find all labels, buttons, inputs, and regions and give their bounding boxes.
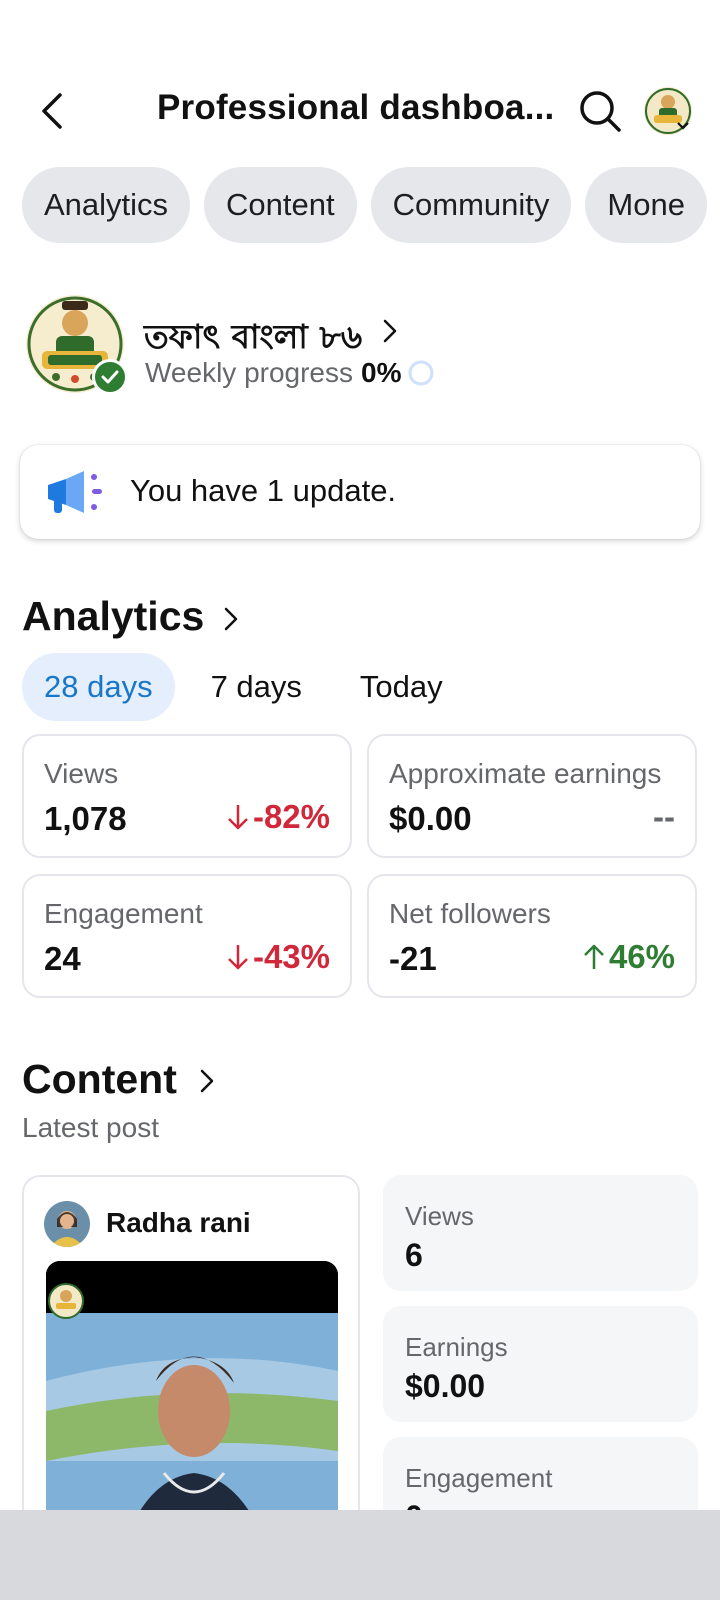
arrow-up-icon: [583, 943, 605, 971]
metric-label: Approximate earnings: [389, 758, 662, 789]
stat-label: Earnings: [405, 1332, 508, 1362]
stat-value: $0.00: [405, 1368, 486, 1404]
chevron-down-icon: [675, 118, 691, 134]
tab-content[interactable]: Content: [204, 167, 357, 243]
metric-label: Engagement: [44, 898, 203, 929]
update-text: You have 1 update.: [130, 473, 397, 508]
metric-change: -43%: [227, 938, 330, 976]
metric-change: -82%: [227, 798, 330, 836]
header: Professional dashboa...: [0, 78, 720, 148]
metric-value: -21: [389, 940, 437, 977]
weekly-progress-label: Weekly progress: [145, 357, 354, 388]
tab-monetization[interactable]: Mone: [585, 167, 707, 243]
author-avatar-image: [44, 1201, 90, 1247]
tab-analytics[interactable]: Analytics: [22, 167, 191, 243]
stat-value: 6: [405, 1237, 423, 1273]
chevron-right-icon: [196, 1066, 218, 1096]
metric-label: Views: [44, 758, 119, 789]
arrow-down-icon: [227, 803, 249, 831]
arrow-down-icon: [227, 943, 249, 971]
post-stat-views: Views 6: [383, 1175, 698, 1291]
dashboard-tabs: Analytics Content Community Mone: [22, 167, 707, 243]
metric-change-value: -43%: [252, 938, 330, 975]
date-range-selector: 28 days 7 days Today: [22, 653, 479, 721]
update-banner[interactable]: You have 1 update.: [20, 445, 700, 539]
metric-label: Net followers: [389, 898, 551, 929]
latest-post-label: Latest post: [22, 1112, 159, 1143]
metric-card-views[interactable]: Views 1,078 -82%: [22, 734, 352, 858]
search-icon: [580, 91, 621, 132]
range-7-days[interactable]: 7 days: [189, 653, 324, 721]
metric-card-net-followers[interactable]: Net followers -21 46%: [367, 874, 697, 998]
chevron-right-icon: [378, 317, 402, 345]
metric-change: --: [653, 798, 675, 836]
profile-row[interactable]: তফাৎ বাংলা ৮৬ Weekly progress 0%: [26, 295, 706, 395]
stat-label: Views: [405, 1201, 474, 1231]
analytics-section-title[interactable]: Analytics: [22, 593, 204, 640]
metric-value: 1,078: [44, 800, 127, 837]
page-title: Professional dashboa...: [157, 88, 555, 127]
post-stat-earnings: Earnings $0.00: [383, 1306, 698, 1422]
author-avatar: [44, 1201, 90, 1247]
metric-card-earnings[interactable]: Approximate earnings $0.00 --: [367, 734, 697, 858]
progress-ring-icon: [408, 360, 434, 386]
range-28-days[interactable]: 28 days: [22, 653, 175, 721]
weekly-progress-value: 0%: [361, 357, 402, 388]
metric-change: 46%: [583, 938, 675, 976]
tab-community[interactable]: Community: [370, 167, 572, 243]
metric-change-value: -82%: [252, 798, 330, 835]
metric-value: $0.00: [389, 800, 472, 837]
range-today[interactable]: Today: [338, 653, 465, 721]
metric-change-value: 46%: [608, 938, 675, 975]
back-button[interactable]: [30, 86, 74, 136]
content-section-title[interactable]: Content: [22, 1056, 177, 1103]
metric-change-value: --: [653, 798, 675, 835]
chevron-left-icon: [42, 93, 62, 129]
megaphone-icon: [48, 471, 102, 513]
post-author-name: Radha rani: [106, 1207, 251, 1238]
system-navigation-bar: [0, 1510, 720, 1600]
weekly-progress: Weekly progress 0%: [145, 357, 435, 389]
search-button[interactable]: [576, 86, 624, 136]
stat-label: Engagement: [405, 1463, 553, 1493]
chevron-right-icon: [220, 604, 242, 634]
verified-badge-icon: [92, 359, 128, 395]
metric-card-engagement[interactable]: Engagement 24 -43%: [22, 874, 352, 998]
metric-value: 24: [44, 940, 81, 977]
